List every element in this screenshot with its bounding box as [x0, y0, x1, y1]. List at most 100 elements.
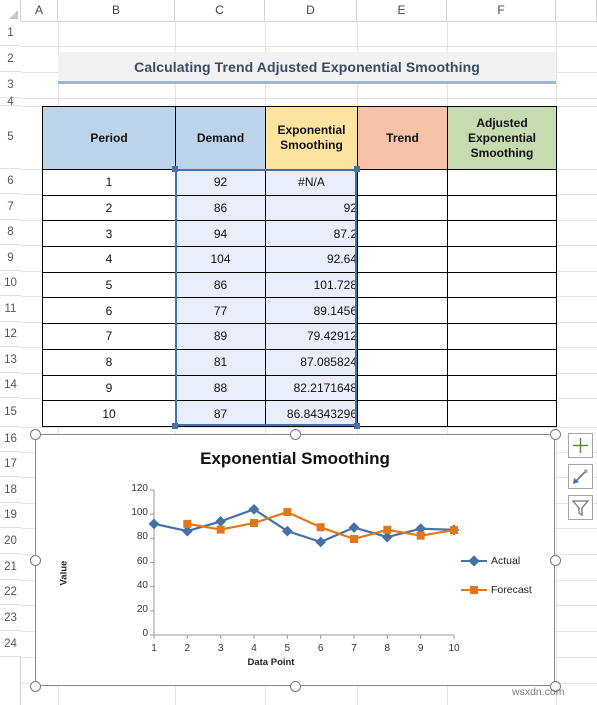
cell-period-8[interactable]: 8 — [42, 348, 176, 376]
cell-exponential-smoothing-8[interactable]: 87.085824 — [265, 348, 358, 376]
cell-adjusted-4[interactable] — [447, 246, 557, 273]
chart-handle-top-left[interactable] — [29, 428, 41, 440]
cell-adjusted-3[interactable] — [447, 220, 557, 248]
row-header-7[interactable]: 7 — [0, 194, 21, 220]
cell-trend-2[interactable] — [357, 194, 448, 222]
row-header-5[interactable]: 5 — [0, 106, 21, 169]
cell-trend-4[interactable] — [357, 246, 448, 273]
chart-filters-button[interactable] — [568, 495, 593, 520]
cell-exponential-smoothing-7[interactable]: 79.42912 — [265, 323, 358, 350]
legend-item-forecast[interactable]: Forecast — [461, 584, 532, 596]
row-header-11[interactable]: 11 — [0, 296, 21, 322]
row-header-8[interactable]: 8 — [0, 220, 21, 245]
cell-adjusted-2[interactable] — [447, 194, 557, 222]
row-header-14[interactable]: 14 — [0, 373, 21, 398]
cell-period-5[interactable]: 5 — [42, 271, 176, 299]
row-header-20[interactable]: 20 — [0, 528, 21, 554]
cell-period-9[interactable]: 9 — [42, 374, 176, 402]
cell-trend-10[interactable] — [357, 400, 448, 427]
chart-elements-button[interactable] — [568, 433, 593, 458]
chart-handle-bottom-center[interactable] — [289, 680, 301, 692]
row-header-18[interactable]: 18 — [0, 477, 21, 503]
cell-period-7[interactable]: 7 — [42, 323, 176, 350]
cell-trend-3[interactable] — [357, 220, 448, 248]
cell-demand-3[interactable]: 94 — [175, 220, 266, 248]
column-header-partial[interactable] — [556, 0, 597, 21]
column-header-d[interactable]: D — [265, 0, 357, 21]
row-header-19[interactable]: 19 — [0, 503, 21, 528]
cell-trend-5[interactable] — [357, 271, 448, 299]
row-header-3[interactable]: 3 — [0, 72, 21, 98]
cell-exponential-smoothing-2[interactable]: 92 — [265, 194, 358, 222]
row-header-23[interactable]: 23 — [0, 605, 21, 631]
row-header-9[interactable]: 9 — [0, 245, 21, 271]
selection-handle-bottom-left[interactable] — [172, 423, 178, 429]
cell-period-10[interactable]: 10 — [42, 400, 176, 427]
cell-exponential-smoothing-6[interactable]: 89.1456 — [265, 297, 358, 325]
column-header-e[interactable]: E — [357, 0, 447, 21]
selection-handle-bottom-right[interactable] — [354, 423, 360, 429]
cell-exponential-smoothing-5[interactable]: 101.728 — [265, 271, 358, 299]
cell-exponential-smoothing-4[interactable]: 92.64 — [265, 246, 358, 273]
cell-exponential-smoothing-10[interactable]: 86.84343296 — [265, 400, 358, 427]
cell-period-1[interactable]: 1 — [42, 169, 176, 196]
cell-exponential-smoothing-3[interactable]: 87.2 — [265, 220, 358, 248]
column-header-f[interactable]: F — [447, 0, 556, 21]
column-header-c[interactable]: C — [175, 0, 265, 21]
cell-adjusted-5[interactable] — [447, 271, 557, 299]
row-header-21[interactable]: 21 — [0, 554, 21, 580]
row-header-24[interactable]: 24 — [0, 631, 21, 657]
cell-demand-9[interactable]: 88 — [175, 374, 266, 402]
cell-trend-6[interactable] — [357, 297, 448, 325]
cell-demand-2[interactable]: 86 — [175, 194, 266, 222]
cell-adjusted-7[interactable] — [447, 323, 557, 350]
column-header-trend[interactable]: Trend — [357, 106, 448, 170]
cell-trend-1[interactable] — [357, 169, 448, 196]
column-header-adjusted-exponential-smoothing[interactable]: Adjusted Exponential Smoothing — [447, 106, 557, 170]
row-header-12[interactable]: 12 — [0, 322, 21, 347]
cell-demand-8[interactable]: 81 — [175, 348, 266, 376]
row-header-16[interactable]: 16 — [0, 427, 21, 452]
column-header-b[interactable]: B — [58, 0, 175, 21]
cell-adjusted-6[interactable] — [447, 297, 557, 325]
cell-period-2[interactable]: 2 — [42, 194, 176, 222]
cell-period-4[interactable]: 4 — [42, 246, 176, 273]
row-header-10[interactable]: 10 — [0, 271, 21, 296]
chart-handle-middle-left[interactable] — [29, 554, 41, 566]
row-header-17[interactable]: 17 — [0, 452, 21, 477]
row-header-6[interactable]: 6 — [0, 169, 21, 194]
chart-handle-bottom-left[interactable] — [29, 680, 41, 692]
chart-handle-middle-right[interactable] — [549, 554, 561, 566]
cell-demand-10[interactable]: 87 — [175, 400, 266, 427]
cell-adjusted-10[interactable] — [447, 400, 557, 427]
selection-handle-top-left[interactable] — [172, 166, 178, 172]
legend-item-actual[interactable]: Actual — [461, 555, 520, 567]
cell-period-3[interactable]: 3 — [42, 220, 176, 248]
row-header-13[interactable]: 13 — [0, 347, 21, 373]
row-header-15[interactable]: 15 — [0, 398, 21, 427]
row-header-2[interactable]: 2 — [0, 46, 21, 72]
cell-adjusted-1[interactable] — [447, 169, 557, 196]
cell-exponential-smoothing-1[interactable]: #N/A — [265, 169, 358, 196]
cell-demand-5[interactable]: 86 — [175, 271, 266, 299]
cell-demand-1[interactable]: 92 — [175, 169, 266, 196]
column-header-a[interactable]: A — [21, 0, 58, 21]
cell-adjusted-9[interactable] — [447, 374, 557, 402]
cell-exponential-smoothing-9[interactable]: 82.2171648 — [265, 374, 358, 402]
column-header-demand[interactable]: Demand — [175, 106, 266, 170]
chart-styles-button[interactable] — [568, 464, 593, 489]
column-header-period[interactable]: Period — [42, 106, 176, 170]
cell-trend-7[interactable] — [357, 323, 448, 350]
row-header-1[interactable]: 1 — [0, 21, 21, 46]
column-header-exponential-smoothing[interactable]: Exponential Smoothing — [265, 106, 358, 170]
chart-handle-top-center[interactable] — [289, 428, 301, 440]
selection-handle-top-right[interactable] — [354, 166, 360, 172]
cell-demand-7[interactable]: 89 — [175, 323, 266, 350]
chart-object[interactable]: Exponential Smoothing Value 0 20 40 60 80 100… — [35, 434, 555, 686]
chart-handle-top-right[interactable] — [549, 428, 561, 440]
cell-adjusted-8[interactable] — [447, 348, 557, 376]
cell-trend-8[interactable] — [357, 348, 448, 376]
row-header-4[interactable]: 4 — [0, 96, 21, 108]
select-all-corner[interactable] — [0, 0, 21, 21]
cell-period-6[interactable]: 6 — [42, 297, 176, 325]
